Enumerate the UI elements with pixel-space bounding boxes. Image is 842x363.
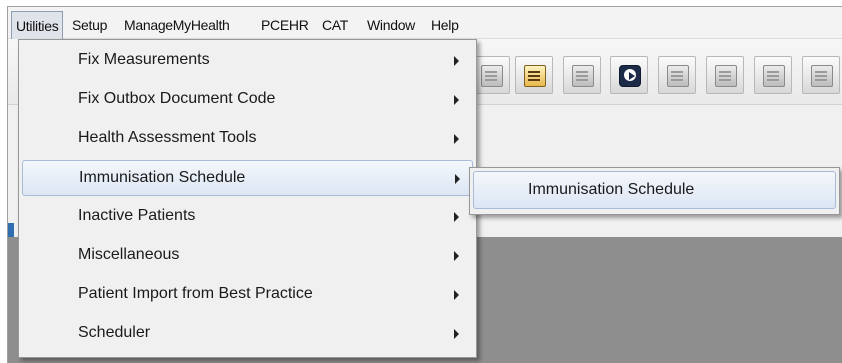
submenu-arrow-icon: [454, 212, 459, 222]
menu-item-inactive-patients[interactable]: Inactive Patients: [22, 199, 473, 235]
utilities-dropdown-menu: Fix Measurements Fix Outbox Document Cod…: [18, 39, 477, 358]
menu-cat[interactable]: CAT: [322, 16, 348, 34]
calendar-button-3[interactable]: [706, 56, 744, 94]
menu-item-fix-measurements[interactable]: Fix Measurements: [22, 43, 473, 79]
menu-pcehr[interactable]: PCEHR: [261, 16, 309, 34]
calendar-button-2[interactable]: [658, 56, 696, 94]
toolbar-button-last[interactable]: [802, 56, 840, 94]
play-button[interactable]: [610, 56, 648, 94]
menu-item-label: Immunisation Schedule: [79, 169, 246, 186]
toolbar-button-icon: [481, 65, 503, 87]
menu-window[interactable]: Window: [367, 16, 415, 34]
menu-utilities[interactable]: Utilities: [11, 11, 64, 39]
calculator-icon: [524, 65, 546, 87]
menu-item-label: Scheduler: [78, 324, 151, 341]
submenu-arrow-icon: [455, 174, 460, 184]
menu-item-label: Patient Import from Best Practice: [78, 285, 313, 302]
menu-item-immunisation-schedule[interactable]: Immunisation Schedule: [22, 160, 473, 196]
menu-item-label: Miscellaneous: [78, 246, 180, 263]
edit-button[interactable]: [754, 56, 792, 94]
submenu-item-immunisation-schedule[interactable]: Immunisation Schedule: [473, 171, 836, 209]
menu-item-miscellaneous[interactable]: Miscellaneous: [22, 238, 473, 274]
toolbar-button[interactable]: [472, 56, 510, 94]
menu-item-label: Fix Measurements: [78, 51, 210, 68]
window-edge-tab: [8, 223, 14, 237]
menu-bar: Utilities Setup ManageMyHealth PCEHR CAT…: [8, 7, 842, 39]
menu-managemyhealth[interactable]: ManageMyHealth: [124, 16, 230, 34]
menu-item-label: Fix Outbox Document Code: [78, 90, 276, 107]
menu-item-scheduler[interactable]: Scheduler: [22, 316, 473, 352]
calendar-icon: [667, 65, 689, 87]
edit-icon: [763, 65, 785, 87]
submenu-arrow-icon: [454, 290, 459, 300]
calculator-button[interactable]: [515, 56, 553, 94]
menu-item-patient-import[interactable]: Patient Import from Best Practice: [22, 277, 473, 313]
submenu-arrow-icon: [454, 56, 459, 66]
calendar-icon: [715, 65, 737, 87]
toolbar-button-icon: [811, 65, 833, 87]
menu-help[interactable]: Help: [431, 16, 459, 34]
menu-item-label: Inactive Patients: [78, 207, 196, 224]
menu-setup[interactable]: Setup: [72, 16, 107, 34]
submenu-arrow-icon: [454, 95, 459, 105]
menu-item-fix-outbox-document-code[interactable]: Fix Outbox Document Code: [22, 82, 473, 118]
submenu-item-label: Immunisation Schedule: [528, 181, 695, 198]
calendar-button[interactable]: [563, 56, 601, 94]
submenu-arrow-icon: [454, 251, 459, 261]
submenu-arrow-icon: [454, 329, 459, 339]
play-icon: [619, 65, 641, 87]
submenu-arrow-icon: [454, 134, 459, 144]
calendar-icon: [572, 65, 594, 87]
immunisation-schedule-submenu: Immunisation Schedule: [469, 167, 840, 215]
menu-item-label: Health Assessment Tools: [78, 129, 257, 146]
application-window: Utilities Setup ManageMyHealth PCEHR CAT…: [7, 6, 842, 363]
menu-item-health-assessment-tools[interactable]: Health Assessment Tools: [22, 121, 473, 157]
